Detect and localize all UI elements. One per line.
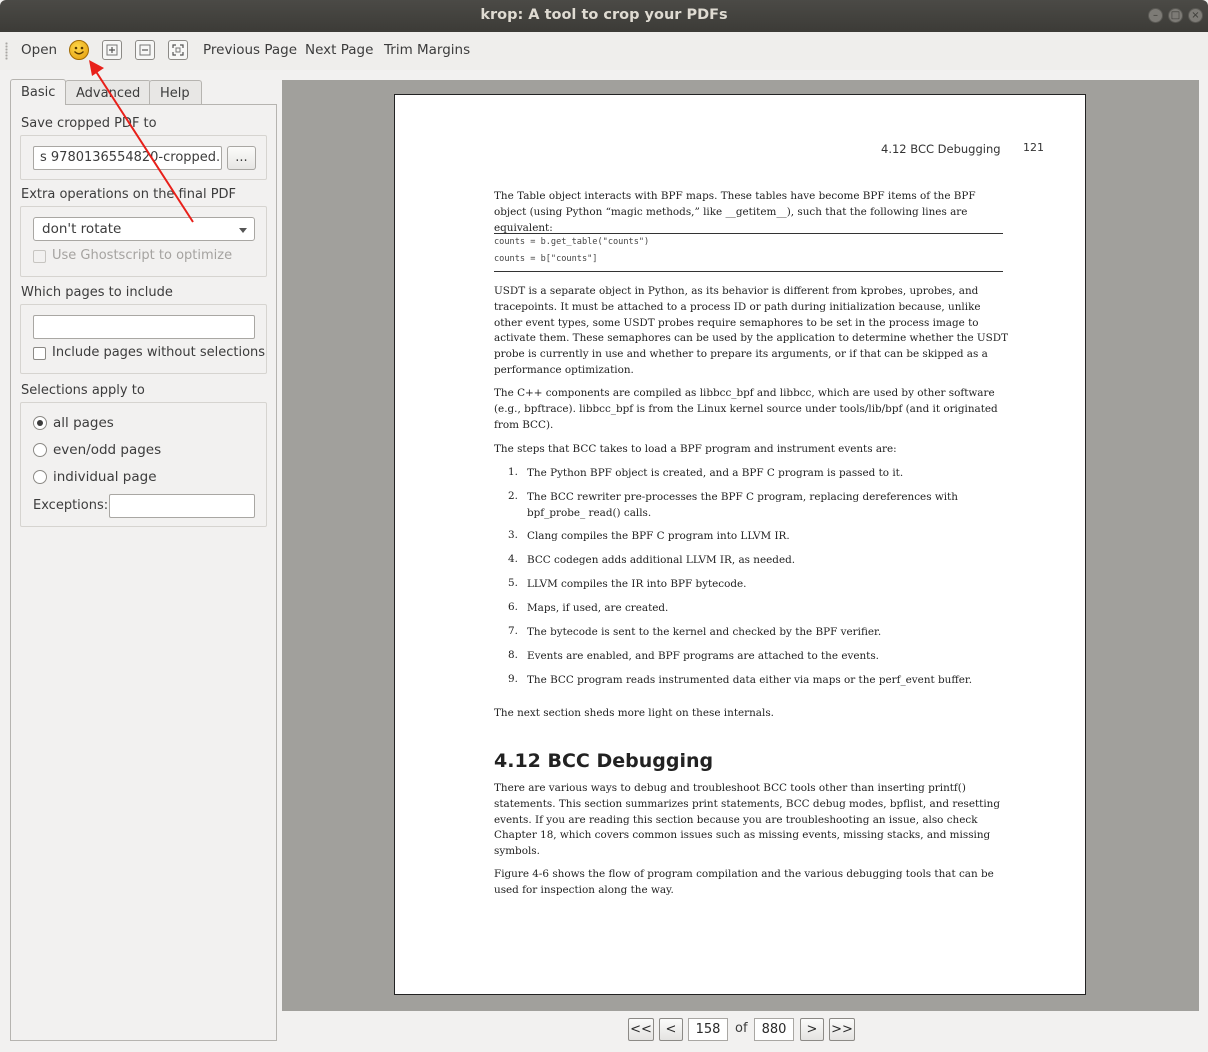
zoom-out-icon[interactable]: [135, 40, 155, 60]
list-number: 6.: [508, 601, 518, 613]
radio-individual[interactable]: [33, 470, 47, 484]
list-number: 7.: [508, 625, 518, 637]
save-section-label: Save cropped PDF to: [21, 116, 157, 131]
list-item: The BCC rewriter pre-processes the BPF C…: [527, 491, 958, 519]
list-item: LLVM compiles the IR into BPF bytecode.: [527, 578, 747, 590]
smiley-icon[interactable]: [69, 40, 89, 60]
ghostscript-label: Use Ghostscript to optimize: [52, 248, 233, 263]
list-number: 3.: [508, 529, 518, 541]
radio-even-odd-label: even/odd pages: [53, 442, 162, 458]
paragraph: The Table object interacts with BPF maps…: [494, 190, 976, 234]
code-line: counts = b["counts"]: [494, 254, 598, 264]
list-item: BCC codegen adds additional LLVM IR, as …: [527, 554, 796, 566]
previous-page-button[interactable]: Previous Page: [203, 42, 297, 58]
trim-margins-button[interactable]: Trim Margins: [384, 42, 470, 58]
list-number: 8.: [508, 649, 518, 661]
window-title: krop: A tool to crop your PDFs: [480, 7, 728, 23]
last-page-button[interactable]: >>: [829, 1018, 855, 1041]
pdf-viewer[interactable]: 4.12 BCC Debugging 121 The Table object …: [282, 80, 1199, 1011]
next-page-nav-button[interactable]: >: [800, 1018, 824, 1041]
paragraph: There are various ways to debug and trou…: [494, 782, 1000, 858]
radio-all-pages-label: all pages: [53, 415, 114, 431]
paragraph: Figure 4-6 shows the flow of program com…: [494, 868, 994, 896]
paragraph: The next section sheds more light on the…: [494, 707, 774, 719]
extra-ops-group: don't rotate Use Ghostscript to optimize: [20, 206, 267, 277]
list-number: 5.: [508, 577, 518, 589]
browse-button[interactable]: ...: [227, 146, 256, 170]
running-head: 4.12 BCC Debugging: [881, 142, 1001, 156]
radio-individual-label: individual page: [53, 469, 157, 485]
paragraph: USDT is a separate object in Python, as …: [494, 285, 1009, 376]
exceptions-label: Exceptions:: [33, 498, 109, 513]
radio-even-odd[interactable]: [33, 443, 47, 457]
list-item: The bytecode is sent to the kernel and c…: [527, 626, 882, 638]
chevron-down-icon: [239, 228, 247, 233]
fit-page-icon[interactable]: [168, 40, 188, 60]
pdf-page[interactable]: 4.12 BCC Debugging 121 The Table object …: [394, 94, 1086, 995]
pages-input[interactable]: [33, 315, 255, 339]
basic-panel: Save cropped PDF to s 9780136554820-crop…: [10, 104, 277, 1041]
paragraph: The C++ components are compiled as libbc…: [494, 387, 998, 431]
current-page-input[interactable]: 158: [688, 1018, 728, 1041]
zoom-in-icon[interactable]: [102, 40, 122, 60]
radio-all-pages[interactable]: [33, 416, 47, 430]
section-heading: 4.12 BCC Debugging: [494, 750, 714, 772]
next-page-button[interactable]: Next Page: [305, 42, 373, 58]
page-number: 121: [1023, 141, 1044, 154]
extra-ops-label: Extra operations on the final PDF: [21, 187, 237, 202]
of-label: of: [735, 1021, 748, 1036]
list-item: Maps, if used, are created.: [527, 602, 669, 614]
list-number: 1.: [508, 466, 518, 478]
exceptions-input[interactable]: [109, 494, 255, 518]
maximize-button[interactable]: □: [1168, 8, 1183, 23]
list-number: 9.: [508, 673, 518, 685]
open-button[interactable]: Open: [21, 42, 57, 58]
include-pages-checkbox[interactable]: [33, 347, 46, 360]
close-button[interactable]: ×: [1188, 8, 1203, 23]
rotate-select[interactable]: don't rotate: [33, 217, 255, 241]
toolbar-grip[interactable]: [5, 42, 8, 60]
list-number: 4.: [508, 553, 518, 565]
apply-section-label: Selections apply to: [21, 383, 145, 398]
apply-group: all pages even/odd pages individual page…: [20, 402, 267, 527]
title-bar: krop: A tool to crop your PDFs – □ ×: [0, 0, 1208, 32]
code-rule-bottom: [494, 271, 1003, 272]
list-item: The BCC program reads instrumented data …: [527, 674, 973, 686]
ghostscript-checkbox[interactable]: [33, 250, 46, 263]
include-pages-label: Include pages without selections: [52, 345, 266, 360]
code-line: counts = b.get_table("counts"): [494, 237, 650, 247]
list-item: The Python BPF object is created, and a …: [527, 467, 904, 479]
pages-section-label: Which pages to include: [21, 285, 173, 300]
paragraph: The steps that BCC takes to load a BPF p…: [494, 443, 897, 455]
tab-advanced[interactable]: Advanced: [65, 80, 151, 105]
save-group: s 9780136554820-cropped.pdf ...: [20, 135, 267, 180]
rotate-select-value: don't rotate: [42, 221, 122, 237]
first-page-button[interactable]: <<: [628, 1018, 654, 1041]
prev-page-button[interactable]: <: [659, 1018, 683, 1041]
list-item: Clang compiles the BPF C program into LL…: [527, 530, 790, 542]
save-path-field[interactable]: s 9780136554820-cropped.pdf: [33, 146, 222, 170]
tab-basic[interactable]: Basic: [10, 79, 66, 105]
toolbar: Open Previous Page Next Page Trim Margin…: [0, 32, 1208, 70]
list-item: Events are enabled, and BPF programs are…: [527, 650, 879, 662]
tab-help[interactable]: Help: [149, 80, 202, 105]
list-number: 2.: [508, 490, 518, 502]
minimize-button[interactable]: –: [1148, 8, 1163, 23]
code-rule-top: [494, 233, 1003, 234]
total-pages-display: 880: [754, 1018, 794, 1041]
pages-group: Include pages without selections: [20, 304, 267, 374]
